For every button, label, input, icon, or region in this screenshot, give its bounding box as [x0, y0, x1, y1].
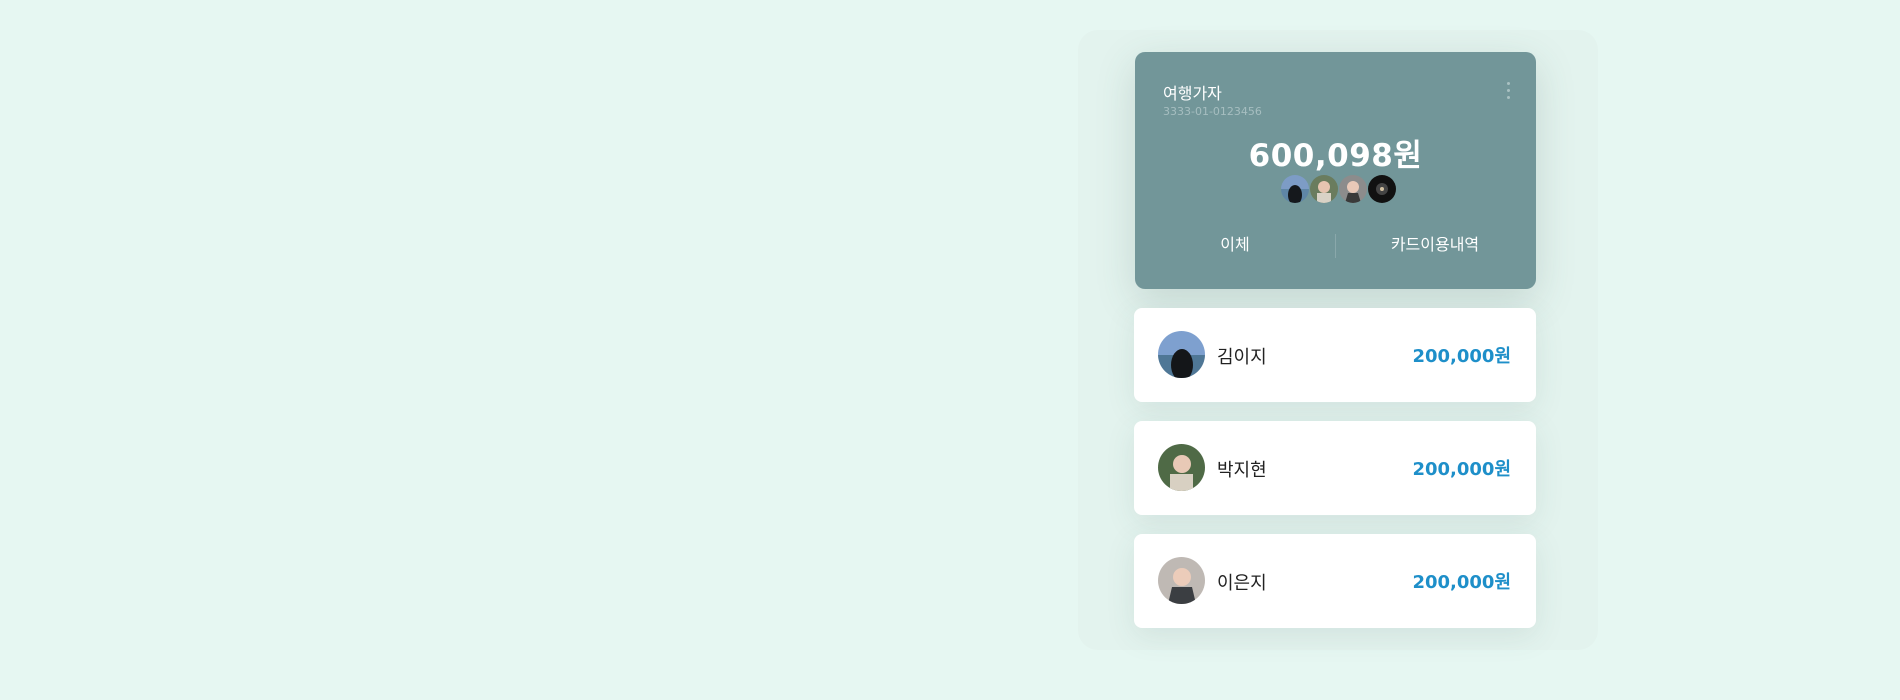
member-amount: 200,000원 [1412, 459, 1511, 480]
avatar [1367, 174, 1397, 204]
member-avatar-group [1280, 174, 1397, 204]
member-row[interactable]: 김이지 200,000원 [1134, 308, 1536, 402]
transfer-button[interactable]: 이체 [1135, 230, 1335, 260]
member-amount: 200,000원 [1412, 572, 1511, 593]
avatar [1158, 444, 1205, 491]
avatar [1280, 174, 1310, 204]
member-row[interactable]: 이은지 200,000원 [1134, 534, 1536, 628]
avatar [1309, 174, 1339, 204]
account-balance: 600,098원 [1248, 138, 1423, 174]
avatar [1338, 174, 1368, 204]
avatar [1158, 557, 1205, 604]
avatar [1158, 331, 1205, 378]
more-vertical-icon[interactable] [1504, 82, 1512, 99]
account-number: 3333-01-0123456 [1163, 105, 1262, 118]
account-actions: 이체 카드이용내역 [1135, 230, 1536, 270]
account-name: 여행가자 [1163, 84, 1222, 103]
member-name: 박지현 [1217, 460, 1267, 481]
card-history-button[interactable]: 카드이용내역 [1335, 230, 1535, 260]
account-card[interactable]: 여행가자 3333-01-0123456 600,098원 이체 카드이용내역 [1135, 52, 1536, 289]
member-amount: 200,000원 [1412, 346, 1511, 367]
member-name: 이은지 [1217, 573, 1267, 594]
member-row[interactable]: 박지현 200,000원 [1134, 421, 1536, 515]
member-name: 김이지 [1217, 347, 1267, 368]
